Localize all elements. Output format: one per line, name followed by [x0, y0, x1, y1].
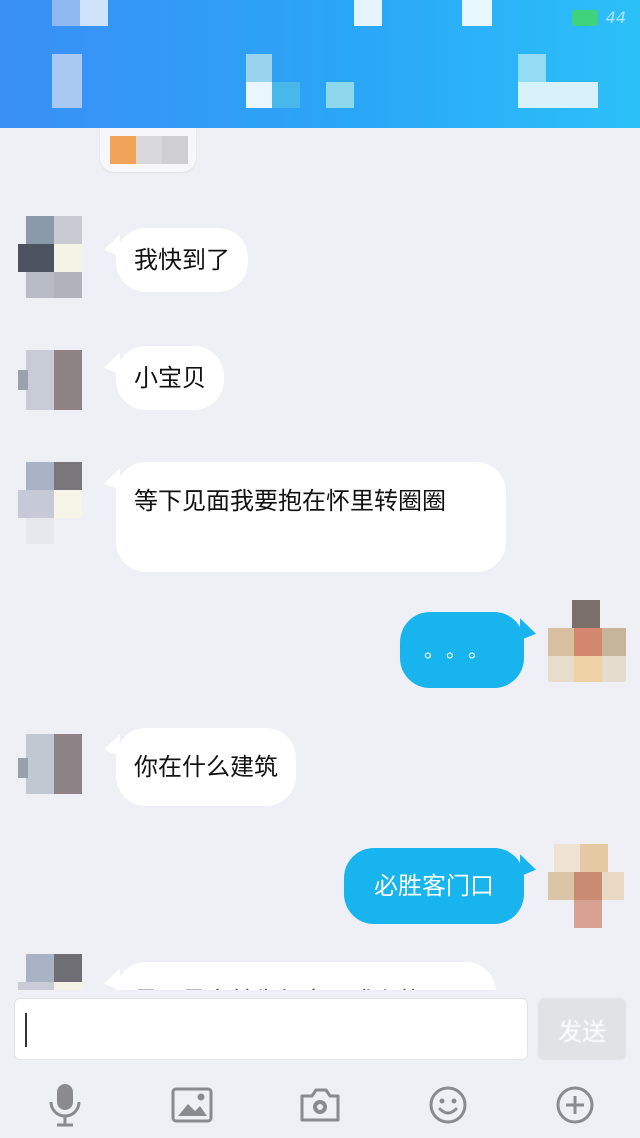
- message-input[interactable]: [14, 998, 528, 1060]
- pixel-block: [572, 10, 598, 26]
- message-row: 你在什么建筑: [0, 728, 640, 818]
- pixel-block: [80, 0, 108, 26]
- message-row: 。。。: [0, 600, 640, 696]
- message-text: 等下见面我要抱在怀里转圈圈: [134, 487, 446, 515]
- message-text: 我快到了: [134, 246, 230, 274]
- message-bubble-outgoing[interactable]: 必胜客门口: [344, 848, 524, 924]
- pixel-block: [136, 136, 162, 164]
- chat-header: 44: [0, 0, 640, 128]
- chat-area[interactable]: 我快到了 小宝贝 等下见面我要抱在怀里转圈圈 。。。 你在什么建筑 必胜客门口: [0, 128, 640, 1000]
- camera-icon[interactable]: [295, 1080, 345, 1130]
- message-bubble-incoming[interactable]: 你在什么建筑: [116, 728, 296, 806]
- message-row: 我快到了: [0, 216, 640, 316]
- message-text: 你在什么建筑: [134, 753, 278, 781]
- microphone-icon[interactable]: [40, 1080, 90, 1130]
- message-row: 必胜客门口: [0, 844, 640, 944]
- image-icon[interactable]: [167, 1080, 217, 1130]
- pixel-block: [518, 82, 598, 108]
- plus-icon[interactable]: [550, 1080, 600, 1130]
- text-caret: [25, 1013, 27, 1047]
- avatar[interactable]: [18, 350, 88, 432]
- message-bubble-outgoing[interactable]: 。。。: [400, 612, 524, 688]
- pixel-block: [272, 82, 300, 108]
- avatar[interactable]: [18, 216, 88, 298]
- send-button-label: 发送: [558, 1017, 606, 1046]
- partial-message-card[interactable]: [100, 128, 196, 172]
- message-text: 必胜客门口: [374, 872, 494, 900]
- avatar[interactable]: [548, 600, 626, 682]
- pixel-block: [52, 0, 80, 26]
- pixel-block: [354, 0, 382, 26]
- avatar[interactable]: [548, 844, 626, 928]
- message-bubble-incoming[interactable]: 我快到了: [116, 228, 248, 292]
- input-bar: 发送: [0, 990, 640, 1074]
- pixel-block: [246, 54, 272, 82]
- pixel-block: [52, 54, 82, 108]
- avatar[interactable]: [18, 734, 88, 816]
- send-button[interactable]: 发送: [538, 998, 626, 1060]
- avatar[interactable]: [18, 462, 88, 544]
- pixel-block: [462, 0, 492, 26]
- message-bubble-incoming[interactable]: 等下见面我要抱在怀里转圈圈: [116, 462, 506, 572]
- pixel-block: [110, 136, 136, 164]
- status-glyph: 44: [605, 8, 626, 27]
- pixel-block: [326, 82, 354, 108]
- message-text: 。。。: [424, 638, 500, 662]
- pixel-block: [162, 136, 188, 164]
- message-row: 等下见面我要抱在怀里转圈圈: [0, 462, 640, 582]
- emoji-icon[interactable]: [423, 1080, 473, 1130]
- pixel-block: [518, 54, 546, 82]
- message-row: 小宝贝: [0, 346, 640, 436]
- message-text: 小宝贝: [134, 364, 206, 392]
- input-toolbar: [0, 1074, 640, 1138]
- message-bubble-incoming[interactable]: 小宝贝: [116, 346, 224, 410]
- pixel-block: [246, 82, 272, 108]
